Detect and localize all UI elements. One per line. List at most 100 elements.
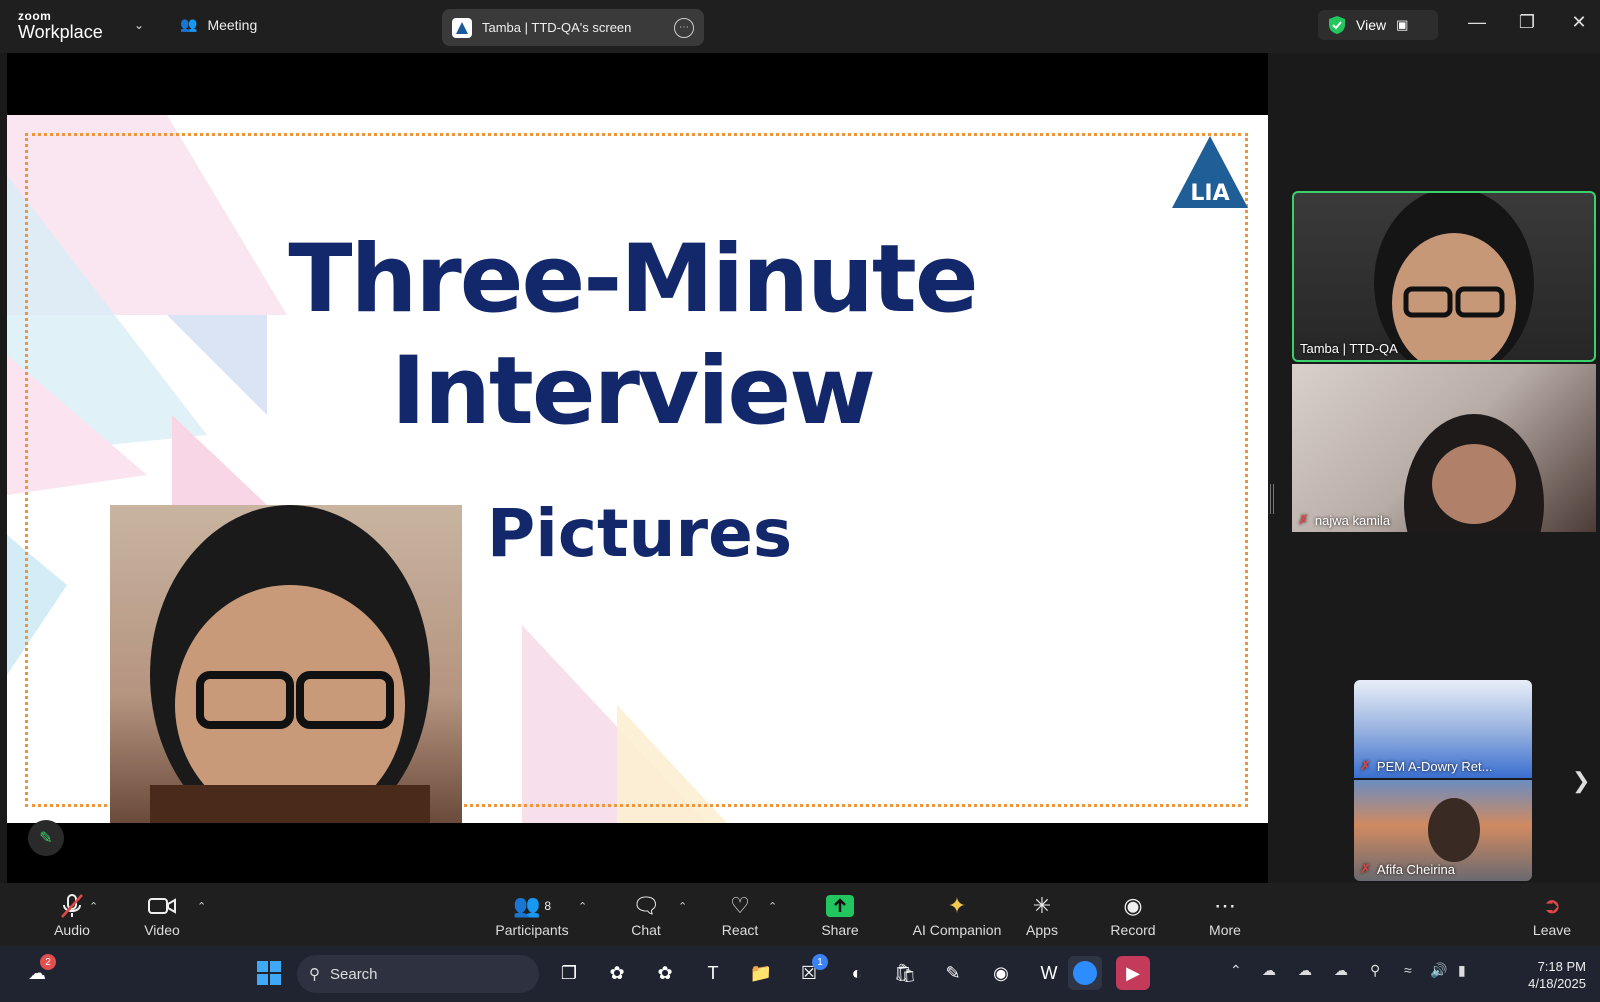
teams-icon[interactable]: T [696, 956, 730, 990]
wifi-icon[interactable]: ≈ [1404, 962, 1412, 978]
audio-button[interactable]: Audio [36, 883, 108, 946]
screen-share-title: Tamba | TTD-QA's screen [482, 20, 632, 35]
chat-icon: 🗨 [632, 892, 660, 918]
system-clock[interactable]: 7:18 PM 4/18/2025 [1520, 958, 1586, 992]
windows-taskbar: ☁ 2 ⚲ Search ❐ ✿ ✿ T 📁 ☒ 1 ◐ 🛍 ✎ ◉ W ▶ ⌃… [0, 946, 1600, 1002]
chevron-down-icon[interactable]: ⌄ [134, 18, 144, 32]
more-options-icon[interactable]: ⋯ [674, 17, 694, 38]
weather-badge: 2 [40, 954, 56, 970]
brand-bottom: Workplace [18, 22, 103, 42]
show-hidden-icons-chevron-icon[interactable]: ⌃ [1230, 962, 1242, 979]
minimize-icon[interactable]: — [1462, 12, 1492, 33]
participant-name-tag: ✗ najwa kamila [1298, 512, 1390, 528]
panel-resize-handle[interactable] [1270, 484, 1274, 514]
wps-office-icon[interactable]: W [1032, 956, 1066, 990]
participants-options-chevron-icon[interactable]: ⌃ [578, 900, 587, 913]
participants-label: Participants [495, 921, 569, 938]
weather-widget-icon[interactable]: ☁ 2 [20, 954, 56, 990]
audio-options-chevron-icon[interactable]: ⌃ [89, 900, 98, 913]
m365-icon[interactable]: ✿ [648, 956, 682, 990]
document-app-icon[interactable]: ▶ [1116, 956, 1150, 990]
react-options-chevron-icon[interactable]: ⌃ [768, 900, 777, 913]
leave-button[interactable]: ➲ Leave [1520, 883, 1584, 946]
copilot-icon[interactable]: ✿ [600, 956, 634, 990]
ai-companion-button[interactable]: ✦ AI Companion [898, 883, 1016, 946]
slide-title-line2: Interview [390, 337, 876, 446]
chat-label: Chat [631, 921, 661, 938]
taskbar-search[interactable]: ⚲ Search [297, 955, 539, 993]
grid-icon: ▣ [1396, 17, 1409, 32]
zoom-workplace-logo[interactable]: zoom Workplace [18, 10, 103, 41]
chat-options-chevron-icon[interactable]: ⌃ [678, 900, 687, 913]
participants-count: 8 [544, 898, 552, 913]
onedrive-icon[interactable]: ☁ [1298, 962, 1312, 979]
onedrive-business-icon[interactable]: ☁ [1334, 962, 1348, 979]
participant-name-tag: Tamba | TTD-QA [1300, 341, 1398, 356]
participants-icon: 👥 [512, 892, 541, 918]
xbox-badge: 1 [812, 954, 828, 970]
volume-icon[interactable]: 🔊 [1430, 962, 1447, 979]
view-button[interactable]: View ▣ [1318, 10, 1438, 40]
clock-time: 7:18 PM [1537, 959, 1586, 974]
participant-video [1404, 414, 1544, 532]
apps-button[interactable]: ✳ Apps [1010, 883, 1074, 946]
react-button[interactable]: ♡ React [706, 883, 774, 946]
meeting-label: Meeting [207, 16, 258, 33]
participant-name: PEM A-Dowry Ret... [1376, 758, 1493, 774]
battery-icon[interactable]: ▮ [1458, 962, 1466, 979]
edge-icon[interactable]: ◐ [840, 956, 874, 990]
screen-share-pill[interactable]: Tamba | TTD-QA's screen ⋯ [442, 9, 704, 46]
video-button[interactable]: Video [126, 883, 198, 946]
video-tile[interactable]: Tamba | TTD-QA [1292, 191, 1596, 362]
record-button[interactable]: ◉ Record [1098, 883, 1168, 946]
brand-top: zoom [18, 9, 52, 23]
ai-companion-label: AI Companion [912, 921, 1002, 938]
onedrive-sync-icon[interactable]: ☁ [1262, 962, 1276, 979]
title-bar: zoom Workplace ⌄ 👥 Meeting Tamba | TTD-Q… [0, 0, 1600, 53]
windows-start-icon[interactable] [252, 956, 286, 990]
file-explorer-icon[interactable]: 📁 [744, 956, 778, 990]
zoom-taskbar-icon[interactable] [1068, 956, 1102, 990]
lia-logo: LIA [1170, 132, 1250, 212]
react-label: React [721, 921, 759, 938]
mic-muted-icon: ✗ [1360, 758, 1371, 773]
chrome-icon[interactable]: ◉ [984, 956, 1018, 990]
leave-icon: ➲ [1542, 892, 1562, 918]
share-button[interactable]: Share [805, 883, 875, 946]
annotate-pen-icon[interactable]: ✎ [28, 820, 64, 856]
lia-small-logo-icon [452, 17, 472, 38]
mic-muted-icon: ✗ [1360, 861, 1371, 876]
slide-title-line1: Three-Minute [288, 225, 978, 334]
heart-icon: ♡ [730, 892, 750, 918]
video-label: Video [144, 921, 180, 938]
record-icon: ◉ [1123, 892, 1143, 918]
xbox-icon[interactable]: ☒ 1 [792, 954, 828, 990]
location-icon[interactable]: ⚲ [1370, 962, 1380, 979]
task-view-icon[interactable]: ❐ [552, 956, 586, 990]
participant-name-tag: ✗ PEM A-Dowry Ret... [1360, 758, 1492, 774]
video-options-chevron-icon[interactable]: ⌃ [197, 900, 206, 913]
shield-icon [1329, 16, 1345, 34]
video-tile[interactable]: ✗ Afifa Cheirina [1354, 780, 1532, 881]
more-icon: ⋯ [1214, 892, 1236, 918]
store-icon[interactable]: 🛍 [888, 956, 922, 990]
mic-muted-icon: ✗ [1298, 512, 1309, 527]
participants-button[interactable]: 👥 8 Participants [482, 883, 582, 946]
chat-button[interactable]: 🗨 Chat [612, 883, 680, 946]
camera-icon [147, 892, 177, 920]
close-icon[interactable]: ✕ [1564, 12, 1594, 33]
leave-label: Leave [1532, 921, 1572, 938]
restore-icon[interactable]: ❐ [1512, 12, 1542, 33]
participant-name: najwa kamila [1314, 512, 1391, 528]
clock-date: 4/18/2025 [1528, 976, 1586, 991]
next-page-chevron-icon[interactable]: ❯ [1572, 768, 1590, 794]
more-button[interactable]: ⋯ More [1192, 883, 1258, 946]
notes-icon[interactable]: ✎ [936, 956, 970, 990]
video-tile[interactable]: ✗ PEM A-Dowry Ret... [1354, 680, 1532, 778]
meeting-button[interactable]: 👥 Meeting [180, 16, 257, 33]
participants-icon-wrap: 👥 8 [513, 892, 551, 920]
video-tile[interactable]: ✗ najwa kamila [1292, 364, 1596, 532]
participant-name: Afifa Cheirina [1376, 861, 1455, 877]
presenter-video-overlay[interactable] [110, 505, 462, 823]
record-label: Record [1110, 921, 1156, 938]
